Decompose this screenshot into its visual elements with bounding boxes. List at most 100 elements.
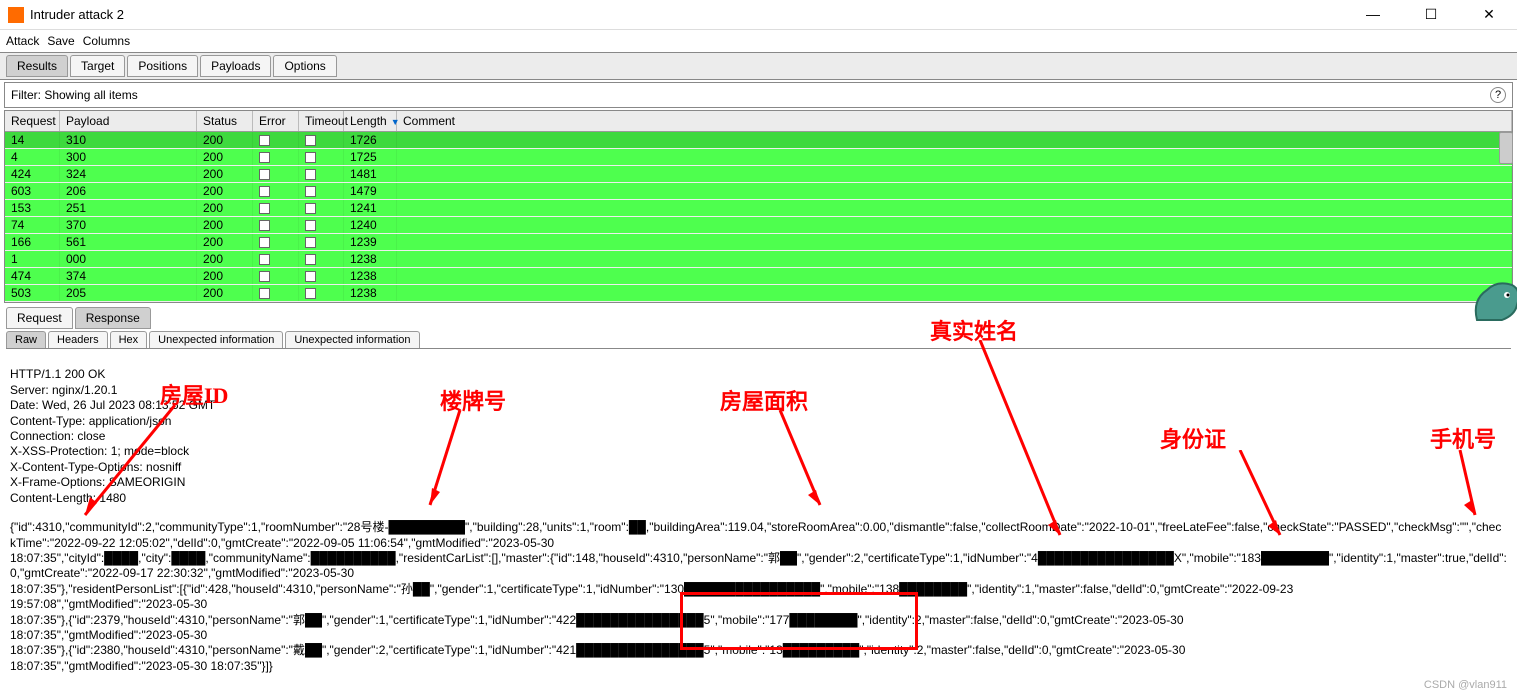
cell-payload: 561 bbox=[60, 234, 197, 250]
tab-unexpected-2[interactable]: Unexpected information bbox=[285, 331, 419, 348]
table-row[interactable]: 43002001725 bbox=[5, 149, 1512, 166]
cell-request: 424 bbox=[5, 166, 60, 182]
cell-status: 200 bbox=[197, 268, 253, 284]
checkbox-icon bbox=[259, 186, 270, 197]
cell-error bbox=[253, 183, 299, 199]
cell-status: 200 bbox=[197, 183, 253, 199]
cell-timeout bbox=[299, 268, 344, 284]
table-row[interactable]: 1665612001239 bbox=[5, 234, 1512, 251]
table-row[interactable]: 4743742001238 bbox=[5, 268, 1512, 285]
table-row[interactable]: 5032052001238 bbox=[5, 285, 1512, 302]
menu-attack[interactable]: Attack bbox=[6, 34, 39, 48]
cell-request: 4 bbox=[5, 149, 60, 165]
cell-request: 474 bbox=[5, 268, 60, 284]
cell-comment bbox=[397, 251, 1512, 267]
checkbox-icon bbox=[259, 203, 270, 214]
checkbox-icon bbox=[305, 169, 316, 180]
http-line: Server: nginx/1.20.1 bbox=[10, 383, 117, 397]
checkbox-icon bbox=[305, 220, 316, 231]
checkbox-icon bbox=[259, 288, 270, 299]
checkbox-icon bbox=[305, 254, 316, 265]
tab-unexpected-1[interactable]: Unexpected information bbox=[149, 331, 283, 348]
minimize-button[interactable]: — bbox=[1353, 6, 1393, 23]
checkbox-icon bbox=[259, 220, 270, 231]
tab-hex[interactable]: Hex bbox=[110, 331, 148, 348]
watermark: CSDN @vlan911 bbox=[1424, 679, 1507, 691]
menu-save[interactable]: Save bbox=[47, 34, 74, 48]
cell-comment bbox=[397, 217, 1512, 233]
table-row[interactable]: 143102001726 bbox=[5, 132, 1512, 149]
results-table: Request Payload Status Error Timeout Len… bbox=[4, 110, 1513, 303]
scrollbar-thumb[interactable] bbox=[1499, 132, 1513, 164]
window-title: Intruder attack 2 bbox=[30, 7, 1353, 22]
view-tabs: Raw Headers Hex Unexpected information U… bbox=[6, 331, 1511, 349]
cell-request: 1 bbox=[5, 251, 60, 267]
cell-timeout bbox=[299, 183, 344, 199]
cell-error bbox=[253, 251, 299, 267]
tab-positions[interactable]: Positions bbox=[127, 55, 198, 77]
maximize-button[interactable]: ☐ bbox=[1411, 6, 1451, 23]
cell-length: 1481 bbox=[344, 166, 397, 182]
col-comment[interactable]: Comment bbox=[397, 111, 1512, 131]
col-error[interactable]: Error bbox=[253, 111, 299, 131]
http-line: X-XSS-Protection: 1; mode=block bbox=[10, 444, 189, 458]
table-row[interactable]: 4243242001481 bbox=[5, 166, 1512, 183]
checkbox-icon bbox=[305, 271, 316, 282]
cell-status: 200 bbox=[197, 132, 253, 148]
tab-response[interactable]: Response bbox=[75, 307, 151, 329]
checkbox-icon bbox=[259, 271, 270, 282]
http-line: X-Content-Type-Options: nosniff bbox=[10, 460, 181, 474]
tab-headers[interactable]: Headers bbox=[48, 331, 108, 348]
reqres-tabs: Request Response bbox=[6, 307, 1511, 329]
filter-bar[interactable]: Filter: Showing all items ? bbox=[4, 82, 1513, 108]
cell-error bbox=[253, 234, 299, 250]
close-button[interactable]: ✕ bbox=[1469, 6, 1509, 23]
cell-timeout bbox=[299, 234, 344, 250]
cell-status: 200 bbox=[197, 234, 253, 250]
tab-raw[interactable]: Raw bbox=[6, 331, 46, 348]
col-status[interactable]: Status bbox=[197, 111, 253, 131]
checkbox-icon bbox=[259, 169, 270, 180]
cell-request: 153 bbox=[5, 200, 60, 216]
menu-columns[interactable]: Columns bbox=[83, 34, 130, 48]
response-body[interactable]: HTTP/1.1 200 OK Server: nginx/1.20.1 Dat… bbox=[6, 349, 1511, 678]
cell-error bbox=[253, 268, 299, 284]
tab-target[interactable]: Target bbox=[70, 55, 125, 77]
title-bar: Intruder attack 2 — ☐ ✕ bbox=[0, 0, 1517, 30]
help-icon[interactable]: ? bbox=[1490, 87, 1506, 103]
table-row[interactable]: 6032062001479 bbox=[5, 183, 1512, 200]
cell-length: 1479 bbox=[344, 183, 397, 199]
col-payload[interactable]: Payload bbox=[60, 111, 197, 131]
col-timeout[interactable]: Timeout bbox=[299, 111, 344, 131]
checkbox-icon bbox=[305, 152, 316, 163]
cell-payload: 374 bbox=[60, 268, 197, 284]
tab-results[interactable]: Results bbox=[6, 55, 68, 77]
table-row[interactable]: 10002001238 bbox=[5, 251, 1512, 268]
menu-bar: Attack Save Columns bbox=[0, 30, 1517, 52]
table-body: 1431020017264300200172542432420014816032… bbox=[5, 132, 1512, 302]
cell-timeout bbox=[299, 200, 344, 216]
col-request[interactable]: Request bbox=[5, 111, 60, 131]
col-length[interactable]: Length bbox=[344, 111, 397, 131]
tab-request[interactable]: Request bbox=[6, 307, 73, 329]
http-line: X-Frame-Options: SAMEORIGIN bbox=[10, 475, 185, 489]
http-line: Connection: close bbox=[10, 429, 105, 443]
app-icon bbox=[8, 7, 24, 23]
table-row[interactable]: 743702001240 bbox=[5, 217, 1512, 234]
cell-timeout bbox=[299, 132, 344, 148]
cell-comment bbox=[397, 234, 1512, 250]
tab-payloads[interactable]: Payloads bbox=[200, 55, 271, 77]
cell-comment bbox=[397, 183, 1512, 199]
cell-status: 200 bbox=[197, 251, 253, 267]
cell-status: 200 bbox=[197, 285, 253, 301]
checkbox-icon bbox=[305, 186, 316, 197]
table-row[interactable]: 1532512001241 bbox=[5, 200, 1512, 217]
cell-error bbox=[253, 217, 299, 233]
cell-payload: 310 bbox=[60, 132, 197, 148]
cell-comment bbox=[397, 149, 1512, 165]
checkbox-icon bbox=[259, 237, 270, 248]
cell-comment bbox=[397, 166, 1512, 182]
cell-timeout bbox=[299, 149, 344, 165]
tab-options[interactable]: Options bbox=[273, 55, 336, 77]
cell-request: 14 bbox=[5, 132, 60, 148]
